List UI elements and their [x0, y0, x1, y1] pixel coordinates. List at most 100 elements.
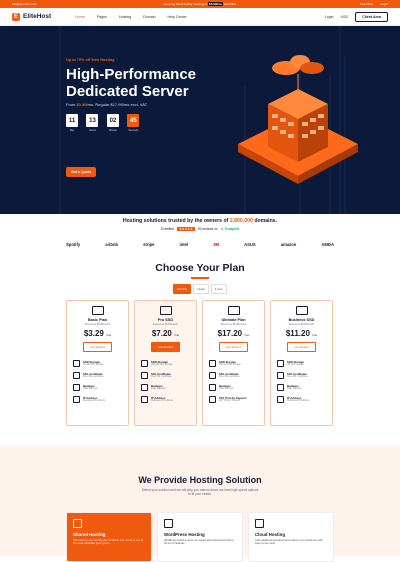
solution-card-title: Shared Hosting [73, 532, 106, 537]
plan-feature: SSD Storage 50 GB SSD Storage [73, 360, 122, 367]
plan-feature: SSL Certificate Free SSL Certificate [209, 372, 258, 379]
nav-item-hosting[interactable]: Hosting [119, 15, 131, 19]
nav-item-domain[interactable]: Domain [143, 15, 155, 19]
plan-feature: IP Address Dedicated IP Address [73, 396, 122, 403]
plan-card: Pro SSD Renews at $5.99/month $7.20 /mo … [134, 300, 197, 426]
plan-name: Ultimate Plan [221, 318, 246, 322]
feature-desc: Daily Backups [151, 388, 166, 390]
solution-card-title: WordPress Hosting [164, 532, 205, 537]
nav-item-help-center[interactable]: Help Center [168, 15, 187, 19]
countdown-days: 11 Day [66, 114, 78, 132]
pricing-title: Choose Your Plan [155, 262, 245, 274]
rating-label: Excellent [161, 227, 174, 231]
feature-desc: Daily Backups [287, 388, 302, 390]
plan-icon [91, 306, 104, 315]
solution-card-shared[interactable]: Shared Hosting The most popular hosting … [66, 512, 152, 562]
plan-feature: SSL Certificate Free SSL Certificate [141, 372, 190, 379]
brand-name: EliteHost [23, 13, 52, 20]
plan-price-value: $7.20 [151, 329, 172, 338]
tab-monthly[interactable]: Monthly [173, 283, 192, 294]
promo-banner: Running Black Friday Starting At $3.99/m… [0, 2, 400, 6]
solution-title: We Provide Hosting Solution [138, 475, 262, 485]
client-area-button[interactable]: Client Area [355, 11, 388, 22]
countdown-seconds: 45 Seconds [127, 114, 140, 132]
trust-section: Hosting solutions trusted by the owners … [0, 214, 400, 260]
plan-card: Ultimate Plan Renews at $5.99/month $17.… [202, 300, 265, 426]
tab-yearly[interactable]: Yearly [193, 283, 209, 294]
get-started-button[interactable]: Get Started [83, 342, 112, 352]
countdown-hours: 13 Hours [86, 114, 99, 132]
plan-icon [159, 306, 172, 315]
wordpress-icon [164, 519, 173, 528]
plan-renewal: Renews at $5.99/month [84, 323, 111, 326]
feature-desc: 100 GB SSD Storage [151, 364, 173, 366]
plan-cards: Basic Plan Renews at $5.99/month $3.29 /… [66, 300, 333, 426]
countdown-label: Minute [109, 129, 117, 132]
countdown-minutes: 02 Minute [106, 114, 119, 132]
nav-item-pages[interactable]: Pages [97, 15, 107, 19]
trustpilot-logo[interactable]: ★ Trustpilot [221, 227, 239, 231]
plan-card: Basic Plan Renews at $5.99/month $3.29 /… [66, 300, 129, 426]
solution-card-title: Cloud Hosting [255, 532, 285, 537]
feature-desc: 24/7 Priority Support [219, 400, 240, 402]
promo-link[interactable]: Get Offer [224, 2, 236, 6]
plan-features: SSD Storage 50 GB SSD Storage SSL Certif… [67, 360, 128, 403]
plan-price-value: $3.29 [83, 329, 104, 338]
client-logo-3m: 3M [213, 242, 220, 247]
get-started-button[interactable]: Get Started [287, 342, 316, 352]
client-logo-asus: ASUS [244, 242, 256, 247]
plan-feature: SSL Certificate Free SSL Certificate [73, 372, 122, 379]
solution-card-cloud[interactable]: Cloud Hosting Gain additional resources … [248, 512, 334, 562]
plan-feature: SSD Storage 100 GB SSD Storage [141, 360, 190, 367]
plan-price: $17.20 /mo [218, 329, 250, 338]
client-logo-stripe: stripe [143, 242, 155, 247]
countdown-label: Seconds [128, 129, 139, 132]
ip-icon [209, 396, 216, 403]
reviews-count: 90 reviews on [198, 227, 218, 231]
countdown-label: Hours [88, 129, 96, 132]
trust-heading-number: 2,800,000 [229, 218, 253, 224]
plan-price-unit: /mo [312, 333, 318, 337]
plan-icon [227, 306, 240, 315]
countdown-separator: : [120, 114, 126, 131]
countdown-separator: : [80, 114, 85, 131]
nav-login-link[interactable]: Login [325, 15, 334, 19]
tab-3-year[interactable]: 3 Year [210, 283, 227, 294]
brand-logo[interactable]: E EliteHost [12, 12, 52, 21]
solution-card-desc: WordPress Hosting gives you speed and pe… [164, 539, 234, 546]
hero-price-prefix: From [66, 102, 77, 107]
nav-item-home[interactable]: Home [75, 15, 85, 19]
storage-icon [141, 360, 148, 367]
feature-desc: 50 GB SSD Storage [83, 364, 104, 366]
hero-price-line: From $3.99/mo. Regular $17.99/mo excl. V… [66, 102, 147, 107]
feature-desc: Dedicated IP Address [83, 400, 106, 402]
countdown-label: Day [69, 129, 75, 132]
solution-card-wordpress[interactable]: WordPress Hosting WordPress Hosting give… [157, 512, 243, 562]
solution-card-desc: The most popular hosting plan available … [73, 539, 144, 546]
countdown-value: 02 [106, 114, 119, 127]
get-started-button[interactable]: Get Started [219, 342, 248, 352]
storage-icon [277, 360, 284, 367]
get-started-button[interactable]: Get Started [151, 342, 180, 352]
ssl-icon [209, 372, 216, 379]
plan-name: Business SSD [288, 318, 315, 322]
solution-card-desc: Gain additional resources and support yo… [255, 539, 323, 546]
plan-feature: 24/7 Priority Support 24/7 Priority Supp… [209, 396, 258, 403]
get-quote-button[interactable]: Get a Quote [66, 167, 97, 177]
hosting-solution-section: We Provide Hosting Solution Select your … [0, 446, 400, 562]
hero-promo-text: Up to 75% off Web Hosting [66, 58, 115, 62]
plan-features: SSD Storage 100 GB SSD Storage SSL Certi… [135, 360, 196, 403]
feature-desc: Dedicated IP Address [151, 400, 174, 402]
nav-menu: Home Pages Hosting Domain Help Center [75, 15, 187, 19]
solution-subtitle: Select your solution and we will help yo… [141, 488, 259, 497]
countdown-value: 13 [86, 114, 99, 127]
feature-desc: Dedicated IP Address [287, 400, 310, 402]
hero-title: High-Performance Dedicated Server [66, 66, 197, 100]
countdown-timer: 11 Day : 13 Hours : 02 Minute : 45 Secon… [66, 114, 140, 132]
plan-icon [295, 306, 308, 315]
plan-name: Basic Plan [87, 318, 108, 322]
ip-icon [141, 396, 148, 403]
plan-feature: Backups Daily Backups [73, 384, 122, 391]
currency-select[interactable]: USD [341, 15, 349, 19]
plan-feature: IP Address Dedicated IP Address [277, 396, 326, 403]
